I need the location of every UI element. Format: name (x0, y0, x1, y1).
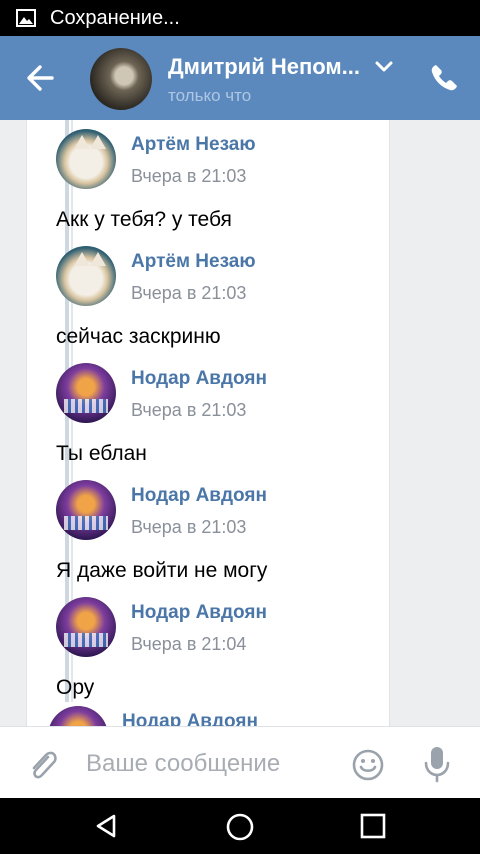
chevron-down-icon[interactable] (374, 60, 394, 74)
chat-status: только что (168, 86, 252, 105)
message-author[interactable]: Нодар Авдоян (131, 485, 267, 507)
back-button[interactable] (22, 60, 62, 96)
message-input[interactable]: Ваше сообщение (86, 747, 336, 781)
message-author[interactable]: Нодар Авдоян (122, 711, 258, 726)
author-avatar[interactable] (56, 597, 116, 657)
message-author[interactable]: Нодар Авдоян (131, 602, 267, 624)
author-avatar[interactable] (56, 246, 116, 306)
square-recents-icon[interactable] (360, 813, 386, 839)
smile-icon[interactable] (352, 749, 384, 781)
message-time: Вчера в 21:03 (131, 517, 247, 537)
arrow-left-icon (27, 65, 54, 91)
phone-icon[interactable] (428, 62, 460, 94)
image-icon (16, 9, 36, 27)
message-text: Акк у тебя? у тебя (56, 208, 232, 231)
message-composer: Ваше сообщение (0, 726, 480, 799)
status-text: Сохранение... (50, 6, 180, 29)
chat-header: Дмитрий Непом... только что (0, 36, 480, 120)
message-author[interactable]: Артём Незаю (131, 251, 256, 273)
message-text: Я даже войти не могу (56, 559, 268, 582)
message-time: Вчера в 21:04 (131, 634, 247, 654)
paperclip-icon[interactable] (26, 747, 60, 783)
message-list[interactable]: Артём Незаю Вчера в 21:03 Акк у тебя? у … (0, 120, 480, 726)
chat-avatar[interactable] (90, 48, 152, 110)
author-avatar[interactable] (56, 129, 116, 189)
status-bar: Сохранение... (0, 0, 480, 36)
microphone-icon[interactable] (422, 745, 452, 783)
message-text: Ты еблан (56, 442, 147, 465)
chat-title[interactable]: Дмитрий Непом... (168, 54, 360, 80)
circle-home-icon[interactable] (225, 812, 255, 842)
triangle-back-icon[interactable] (92, 812, 120, 840)
author-avatar[interactable] (56, 480, 116, 540)
system-navigation-bar (0, 798, 480, 854)
author-avatar[interactable] (56, 363, 116, 423)
message-time: Вчера в 21:03 (131, 166, 247, 186)
message-author[interactable]: Нодар Авдоян (131, 368, 267, 390)
message-time: Вчера в 21:03 (131, 283, 247, 303)
message-time: Вчера в 21:03 (131, 400, 247, 420)
message-text: сейчас заскриню (56, 325, 221, 348)
message-author[interactable]: Артём Незаю (131, 134, 256, 156)
message-text: Ору (56, 676, 95, 699)
